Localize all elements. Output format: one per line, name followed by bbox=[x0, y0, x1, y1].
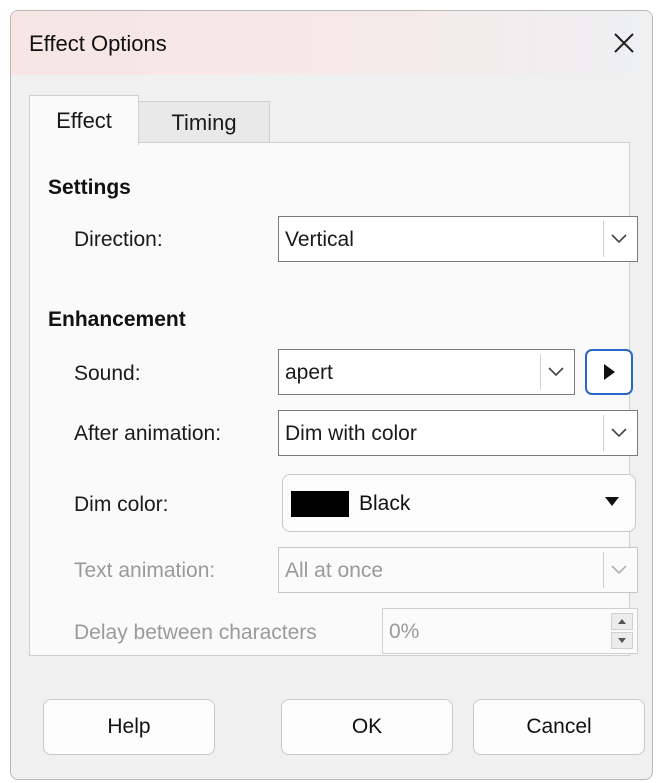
play-icon bbox=[604, 364, 615, 380]
cancel-button[interactable]: Cancel bbox=[473, 699, 645, 755]
dim-color-picker[interactable]: Black bbox=[282, 474, 636, 532]
tab-effect-label: Effect bbox=[56, 107, 112, 133]
chevron-down-icon bbox=[540, 354, 570, 390]
sound-label: Sound: bbox=[74, 362, 141, 385]
close-button[interactable] bbox=[604, 23, 644, 63]
sound-value: apert bbox=[285, 361, 333, 384]
chevron-down-icon bbox=[603, 552, 633, 588]
play-sound-button[interactable] bbox=[585, 349, 633, 395]
after-animation-dropdown[interactable]: Dim with color bbox=[278, 410, 638, 456]
caret-down-icon bbox=[605, 497, 619, 506]
direction-value: Vertical bbox=[285, 228, 354, 251]
help-button[interactable]: Help bbox=[43, 699, 215, 755]
enhancement-heading: Enhancement bbox=[48, 308, 186, 331]
delay-spinbox[interactable]: 0% bbox=[382, 608, 638, 654]
direction-label: Direction: bbox=[74, 228, 163, 251]
close-icon bbox=[614, 33, 634, 53]
text-animation-value: All at once bbox=[285, 559, 384, 582]
text-animation-label: Text animation: bbox=[74, 559, 216, 582]
delay-label: Delay between characters bbox=[74, 621, 317, 644]
direction-dropdown[interactable]: Vertical bbox=[278, 216, 638, 262]
after-animation-value: Dim with color bbox=[285, 422, 417, 445]
color-swatch bbox=[291, 491, 349, 517]
dim-color-label: Dim color: bbox=[74, 493, 169, 516]
dim-color-value: Black bbox=[359, 492, 411, 515]
spin-down-icon[interactable] bbox=[611, 632, 633, 649]
sound-dropdown[interactable]: apert bbox=[278, 349, 575, 395]
ok-button[interactable]: OK bbox=[281, 699, 453, 755]
delay-value: 0% bbox=[389, 620, 420, 643]
dialog-title: Effect Options bbox=[29, 31, 167, 56]
settings-heading: Settings bbox=[48, 176, 131, 199]
tab-timing[interactable]: Timing bbox=[138, 101, 270, 143]
spin-up-icon[interactable] bbox=[611, 613, 633, 630]
chevron-down-icon bbox=[603, 415, 633, 451]
after-animation-label: After animation: bbox=[74, 422, 222, 445]
chevron-down-icon bbox=[603, 221, 633, 257]
tab-timing-label: Timing bbox=[171, 109, 237, 135]
effect-options-dialog: Effect Options Effect Timing Settings Di… bbox=[10, 10, 653, 780]
text-animation-dropdown[interactable]: All at once bbox=[278, 547, 638, 593]
title-bar: Effect Options bbox=[11, 11, 652, 75]
tab-effect[interactable]: Effect bbox=[29, 95, 139, 145]
effect-panel: Settings Direction: Vertical Enhancement… bbox=[29, 142, 638, 656]
